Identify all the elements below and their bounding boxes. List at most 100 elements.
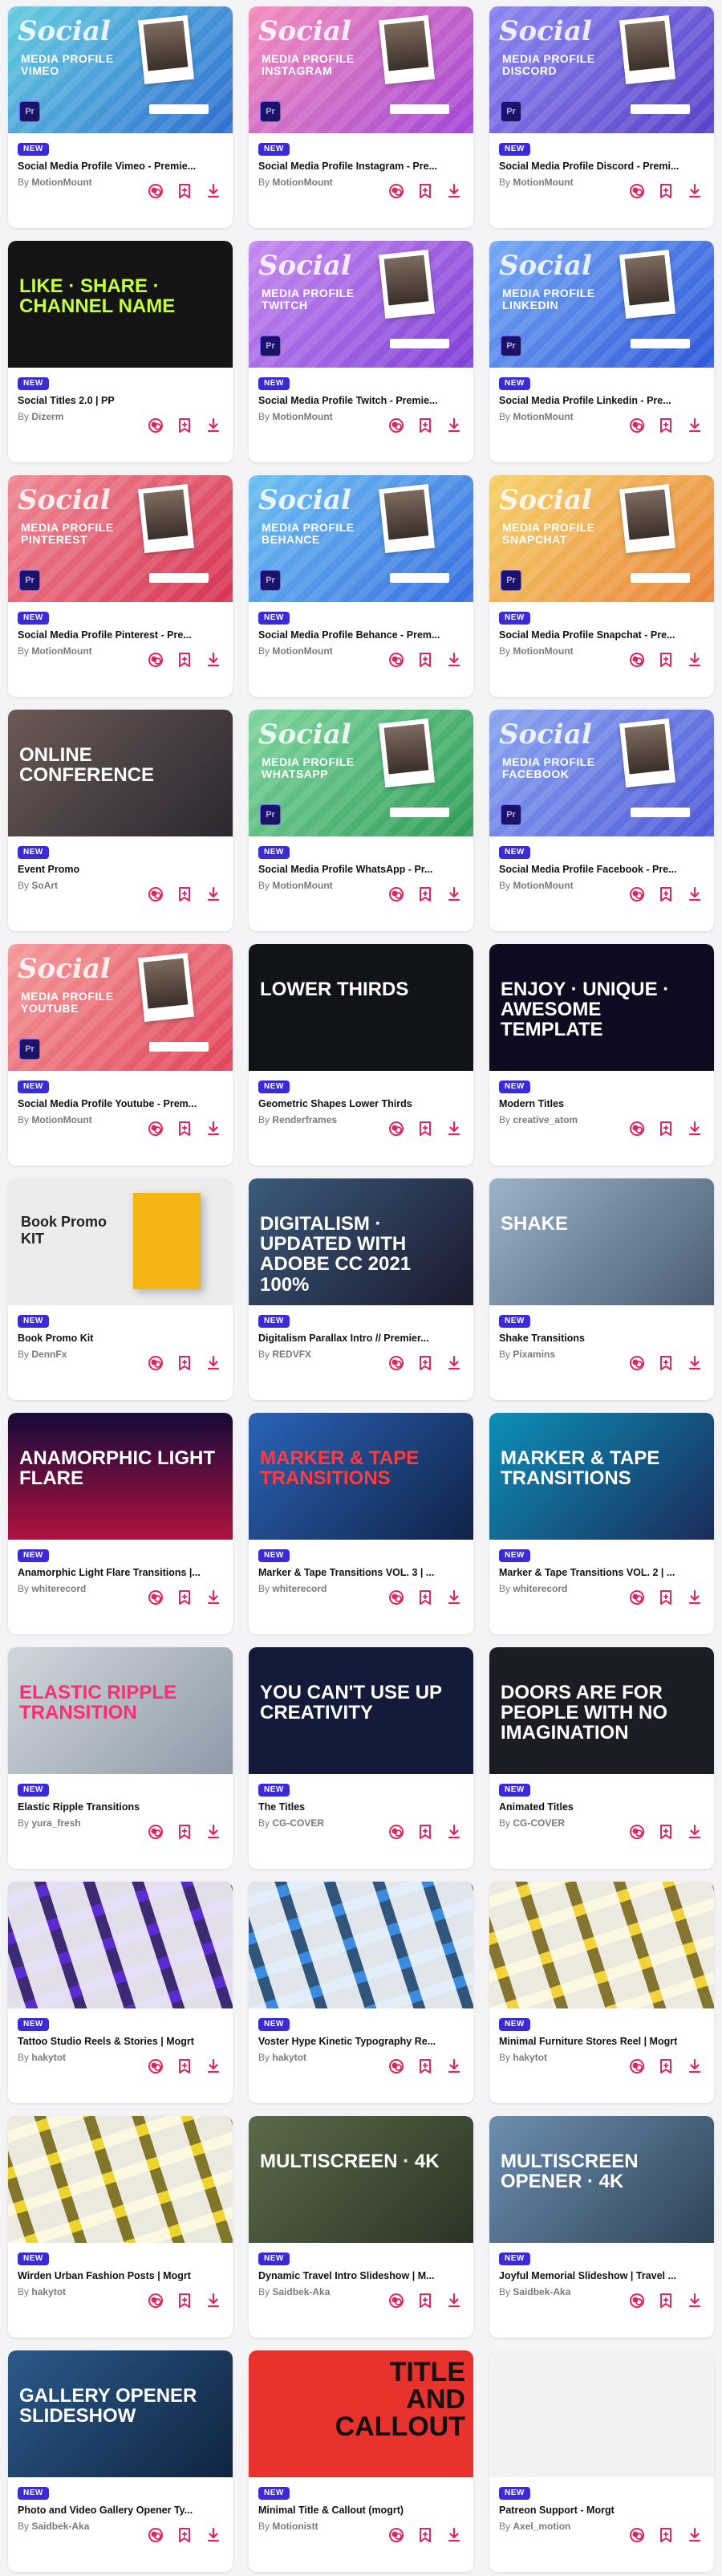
template-author[interactable]: By hakytot <box>258 2052 306 2063</box>
template-card[interactable]: NEW Tattoo Studio Reels & Stories | Mogrt… <box>8 1882 233 2103</box>
template-title[interactable]: Minimal Title & Callout (mogrt) <box>258 2505 459 2516</box>
template-card[interactable]: ANAMORPHIC LIGHT FLARE NEW Anamorphic Ligh… <box>8 1413 233 1634</box>
author-name[interactable]: creative_atom <box>513 1114 578 1125</box>
template-title[interactable]: Marker & Tape Transitions VOL. 2 | ... <box>499 1567 700 1578</box>
download-icon[interactable] <box>446 652 462 668</box>
bookmark-add-icon[interactable] <box>176 652 193 668</box>
download-icon[interactable] <box>205 2293 221 2309</box>
bookmark-add-icon[interactable] <box>417 652 433 668</box>
download-icon[interactable] <box>205 1355 221 1371</box>
download-icon[interactable] <box>687 886 703 902</box>
download-icon[interactable] <box>446 886 462 902</box>
preview-icon[interactable] <box>629 2293 645 2309</box>
template-title[interactable]: Social Titles 2.0 | PP <box>18 395 218 406</box>
bookmark-add-icon[interactable] <box>658 1355 674 1371</box>
template-thumbnail[interactable]: Shake <box>489 1178 714 1305</box>
template-thumbnail[interactable]: ONLINE CONFERENCE <box>8 710 233 836</box>
template-thumbnail[interactable]: Social MEDIA PROFILE SNAPCHAT Pr <box>489 475 714 602</box>
template-thumbnail[interactable]: DOORS ARE FOR PEOPLE WITH NO IMAGINATION <box>489 1647 714 1774</box>
download-icon[interactable] <box>205 2527 221 2543</box>
template-author[interactable]: By Pixamins <box>499 1349 555 1360</box>
template-thumbnail[interactable]: Social MEDIA PROFILE FACEBOOK Pr <box>489 710 714 836</box>
download-icon[interactable] <box>687 2058 703 2074</box>
preview-icon[interactable] <box>629 417 645 433</box>
author-name[interactable]: Pixamins <box>513 1349 555 1360</box>
template-thumbnail[interactable]: Social MEDIA PROFILE DISCORD Pr <box>489 6 714 133</box>
download-icon[interactable] <box>446 1589 462 1605</box>
bookmark-add-icon[interactable] <box>176 1824 193 1840</box>
template-card[interactable]: MULTISCREEN · 4K NEW Dynamic Travel Intro … <box>249 2116 473 2338</box>
bookmark-add-icon[interactable] <box>176 183 193 199</box>
template-author[interactable]: By hakytot <box>18 2052 66 2063</box>
template-title[interactable]: Photo and Video Gallery Opener Ty... <box>18 2505 218 2516</box>
preview-icon[interactable] <box>148 652 164 668</box>
template-author[interactable]: By creative_atom <box>499 1114 578 1125</box>
template-author[interactable]: By Motionistt <box>258 2521 318 2532</box>
template-author[interactable]: By MotionMount <box>258 880 333 891</box>
preview-icon[interactable] <box>148 2293 164 2309</box>
template-author[interactable]: By MotionMount <box>258 411 333 422</box>
template-title[interactable]: Patreon Support - Morgt <box>499 2505 700 2516</box>
template-author[interactable]: By yura_fresh <box>18 1817 81 1829</box>
download-icon[interactable] <box>687 1589 703 1605</box>
author-name[interactable]: MotionMount <box>31 1114 91 1125</box>
template-card[interactable]: DOORS ARE FOR PEOPLE WITH NO IMAGINATION… <box>489 1647 714 1869</box>
preview-icon[interactable] <box>388 183 404 199</box>
author-name[interactable]: MotionMount <box>513 177 573 188</box>
download-icon[interactable] <box>205 1824 221 1840</box>
template-card[interactable]: Social MEDIA PROFILE LINKEDIN Pr NEW Social … <box>489 241 714 462</box>
template-thumbnail[interactable]: Social MEDIA PROFILE LINKEDIN Pr <box>489 241 714 368</box>
download-icon[interactable] <box>687 2527 703 2543</box>
template-title[interactable]: Voster Hype Kinetic Typography Re... <box>258 2036 459 2047</box>
download-icon[interactable] <box>446 1121 462 1137</box>
preview-icon[interactable] <box>629 2058 645 2074</box>
bookmark-add-icon[interactable] <box>176 2527 193 2543</box>
preview-icon[interactable] <box>629 183 645 199</box>
bookmark-add-icon[interactable] <box>417 886 433 902</box>
download-icon[interactable] <box>446 183 462 199</box>
download-icon[interactable] <box>446 1824 462 1840</box>
download-icon[interactable] <box>205 417 221 433</box>
template-thumbnail[interactable]: YOU CAN'T USE UP CREATIVITY <box>249 1647 473 1774</box>
template-author[interactable]: By MotionMount <box>18 177 92 188</box>
bookmark-add-icon[interactable] <box>417 183 433 199</box>
template-author[interactable]: By Saidbek-Aka <box>18 2521 89 2532</box>
template-card[interactable]: ENJOY · UNIQUE · AWESOME TEMPLATE NEW Mode… <box>489 944 714 1166</box>
bookmark-add-icon[interactable] <box>658 183 674 199</box>
template-thumbnail[interactable]: GALLERY OPENER SLIDESHOW <box>8 2350 233 2477</box>
template-card[interactable]: LOWER THIRDS NEW Geometric Shapes Lower Th… <box>249 944 473 1166</box>
template-thumbnail[interactable]: LOWER THIRDS <box>249 944 473 1071</box>
download-icon[interactable] <box>687 183 703 199</box>
template-thumbnail[interactable]: Book Promo KIT <box>8 1178 233 1305</box>
download-icon[interactable] <box>687 652 703 668</box>
template-thumbnail[interactable]: TITLE AND CALLOUT <box>249 2350 473 2477</box>
template-title[interactable]: Event Promo <box>18 864 218 875</box>
preview-icon[interactable] <box>388 2527 404 2543</box>
template-thumbnail[interactable]: Social MEDIA PROFILE PINTEREST Pr <box>8 475 233 602</box>
template-title[interactable]: Social Media Profile Vimeo - Premie... <box>18 161 218 172</box>
template-title[interactable]: Social Media Profile Snapchat - Pre... <box>499 629 700 641</box>
author-name[interactable]: Axel_motion <box>513 2521 570 2532</box>
author-name[interactable]: MotionMount <box>272 177 332 188</box>
bookmark-add-icon[interactable] <box>417 2527 433 2543</box>
preview-icon[interactable] <box>388 2058 404 2074</box>
bookmark-add-icon[interactable] <box>176 417 193 433</box>
template-thumbnail[interactable]: MARKER & TAPE TRANSITIONS <box>489 1413 714 1540</box>
author-name[interactable]: MotionMount <box>31 177 91 188</box>
download-icon[interactable] <box>205 886 221 902</box>
preview-icon[interactable] <box>388 1824 404 1840</box>
template-card[interactable]: Social MEDIA PROFILE DISCORD Pr NEW Social M… <box>489 6 714 228</box>
author-name[interactable]: hakytot <box>31 2052 66 2063</box>
preview-icon[interactable] <box>148 417 164 433</box>
preview-icon[interactable] <box>388 2293 404 2309</box>
template-thumbnail[interactable]: MARKER & TAPE TRANSITIONS <box>249 1413 473 1540</box>
author-name[interactable]: MotionMount <box>272 411 332 422</box>
author-name[interactable]: yura_fresh <box>31 1817 80 1829</box>
bookmark-add-icon[interactable] <box>176 2058 193 2074</box>
preview-icon[interactable] <box>629 1589 645 1605</box>
download-icon[interactable] <box>446 417 462 433</box>
template-author[interactable]: By whiterecord <box>258 1583 327 1594</box>
template-title[interactable]: Social Media Profile Discord - Premi... <box>499 161 700 172</box>
author-name[interactable]: MotionMount <box>513 880 573 891</box>
template-title[interactable]: Marker & Tape Transitions VOL. 3 | ... <box>258 1567 459 1578</box>
